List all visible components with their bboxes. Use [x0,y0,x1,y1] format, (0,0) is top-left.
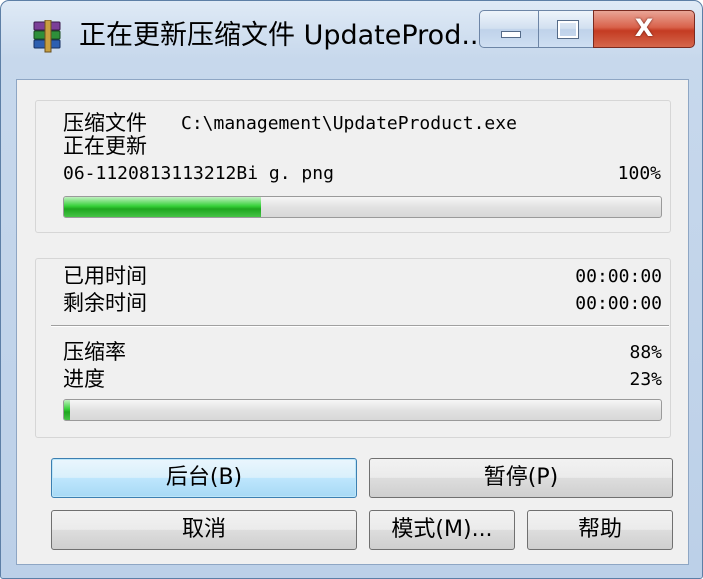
remaining-time-label: 剩余时间 [63,291,147,315]
file-progress-fill [64,197,261,217]
compression-window: 正在更新压缩文件 UpdateProd... X 压缩文件 C:\managem… [0,0,703,579]
file-percent: 100% [617,163,661,184]
close-button[interactable]: X [593,10,695,48]
maximize-icon [557,20,579,39]
archive-label: 压缩文件 [63,111,147,135]
background-button[interactable]: 后台(B) [51,458,357,498]
compression-ratio-value: 88% [629,342,662,363]
overall-progress-fill [64,400,70,420]
help-button[interactable]: 帮助 [527,510,673,550]
minimize-icon [501,31,521,38]
window-title: 正在更新压缩文件 UpdateProd... [79,20,488,51]
elapsed-time-label: 已用时间 [63,264,147,288]
archive-path: C:\management\UpdateProduct.exe [181,113,517,134]
stats-divider [51,325,669,327]
close-icon: X [634,14,654,42]
overall-progress-bar [63,399,662,421]
compression-ratio-label: 压缩率 [63,340,126,364]
status-label: 正在更新 [63,134,147,158]
maximize-button[interactable] [538,10,594,48]
pause-button[interactable]: 暂停(P) [369,458,673,498]
file-progress-bar [63,196,662,218]
current-file-name: 06-1120813113212Bi g. png [63,163,334,184]
progress-label: 进度 [63,367,105,391]
title-bar[interactable]: 正在更新压缩文件 UpdateProd... X [1,1,702,79]
mode-button[interactable]: 模式(M)... [369,510,515,550]
progress-value: 23% [629,369,662,390]
cancel-button[interactable]: 取消 [51,510,357,550]
winrar-books-icon [33,20,61,53]
remaining-time-value: 00:00:00 [575,293,662,314]
minimize-button[interactable] [479,10,539,48]
elapsed-time-value: 00:00:00 [575,266,662,287]
